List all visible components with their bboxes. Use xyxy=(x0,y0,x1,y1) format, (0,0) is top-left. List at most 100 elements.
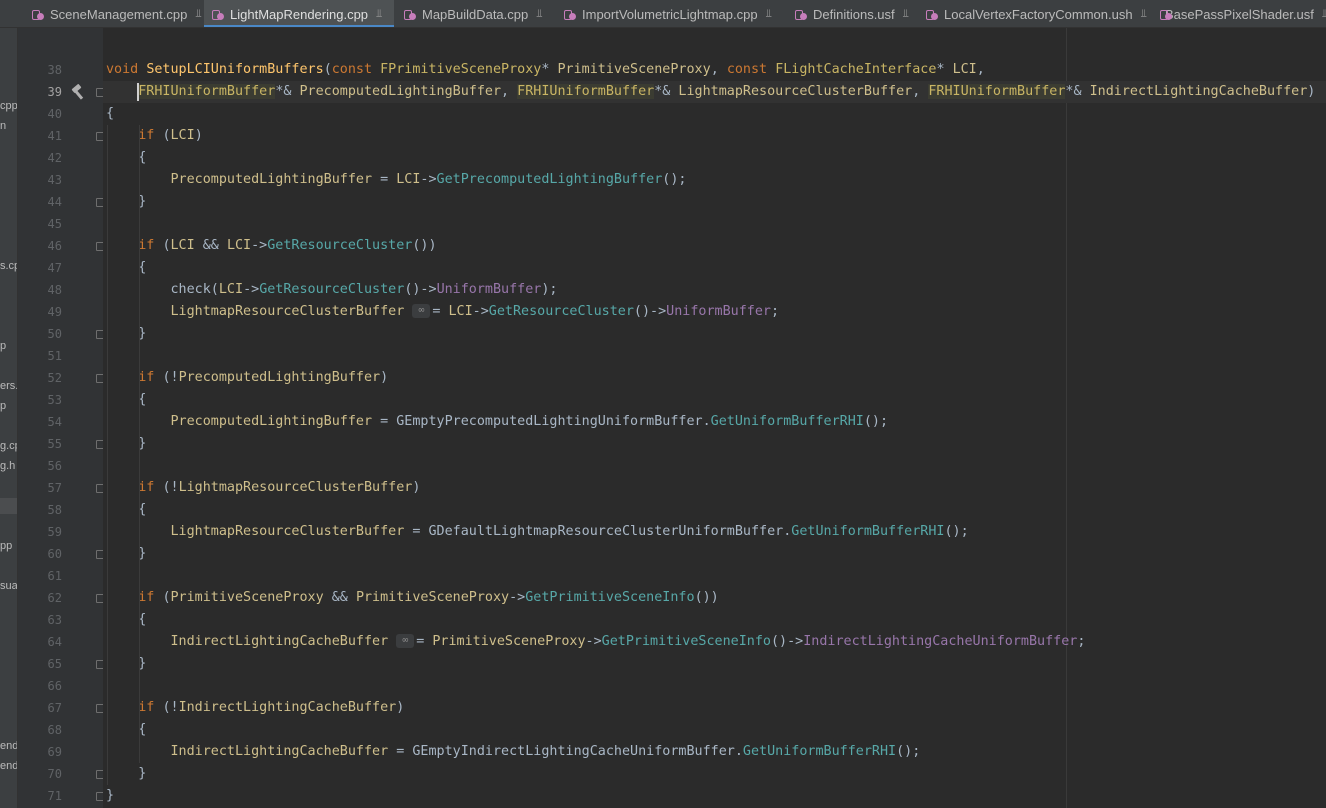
code-editor[interactable]: void SetupLCIUniformBuffers(const FPrimi… xyxy=(103,28,1326,808)
code-token: LCI xyxy=(396,172,421,187)
code-line[interactable]: } xyxy=(106,543,146,565)
code-line[interactable]: } xyxy=(106,433,146,455)
tab-mapbuilddata-cpp[interactable]: MapBuildData.cpp ⫫ xyxy=(396,0,554,27)
project-tree-item[interactable]: g.cp xyxy=(0,440,17,452)
line-number[interactable]: 54 xyxy=(18,411,62,433)
code-line[interactable]: LightmapResourceClusterBuffer ∞ = LCI->Ge… xyxy=(106,301,779,323)
line-number[interactable]: 69 xyxy=(18,741,62,763)
line-number[interactable]: 53 xyxy=(18,389,62,411)
source-file-icon xyxy=(32,8,45,21)
project-tree-item[interactable]: p xyxy=(0,340,6,352)
code-line[interactable]: PrecomputedLightingBuffer = LCI->GetPrec… xyxy=(106,169,687,191)
tab-basepasspixelshader-usf[interactable]: BasePassPixelShader.usf ⫫ xyxy=(1152,0,1326,27)
tab-importvolumetriclightmap-cpp[interactable]: ImportVolumetricLightmap.cpp ⫫ xyxy=(556,0,785,27)
line-number[interactable]: 58 xyxy=(18,499,62,521)
line-number[interactable]: 55 xyxy=(18,433,62,455)
code-line[interactable]: if (!IndirectLightingCacheBuffer) xyxy=(106,697,404,719)
line-number[interactable]: 44 xyxy=(18,191,62,213)
line-number[interactable]: 56 xyxy=(18,455,62,477)
line-number[interactable]: 52 xyxy=(18,367,62,389)
code-line[interactable]: { xyxy=(106,103,114,125)
line-number[interactable]: 62 xyxy=(18,587,62,609)
line-number[interactable]: 67 xyxy=(18,697,62,719)
code-token: ()-> xyxy=(633,304,667,319)
code-line[interactable]: if (!LightmapResourceClusterBuffer) xyxy=(106,477,420,499)
code-line[interactable]: } xyxy=(106,191,146,213)
tab-scenemanagement-cpp[interactable]: SceneManagement.cpp ⫫ xyxy=(24,0,202,27)
tab-definitions-usf[interactable]: Definitions.usf ⫫ xyxy=(787,0,916,27)
project-tree-item[interactable]: g.h xyxy=(0,460,15,472)
code-line[interactable]: FRHIUniformBuffer*& PrecomputedLightingB… xyxy=(106,81,1315,103)
pin-icon[interactable]: ⫫ xyxy=(195,8,201,21)
line-number[interactable]: 39 xyxy=(18,81,62,103)
code-line[interactable]: check(LCI->GetResourceCluster()->Uniform… xyxy=(106,279,557,301)
code-line[interactable]: if (!PrecomputedLightingBuffer) xyxy=(106,367,388,389)
code-line[interactable]: { xyxy=(106,389,146,411)
code-line[interactable]: LightmapResourceClusterBuffer = GDefault… xyxy=(106,521,969,543)
pin-icon[interactable]: ⫫ xyxy=(903,8,909,21)
line-number[interactable]: 40 xyxy=(18,103,62,125)
project-tree-item[interactable]: sua xyxy=(0,580,17,592)
line-number[interactable]: 48 xyxy=(18,279,62,301)
project-tree-item[interactable]: s.cp xyxy=(0,260,17,272)
code-line[interactable]: if (LCI && LCI->GetResourceCluster()) xyxy=(106,235,436,257)
text-caret xyxy=(137,83,139,101)
project-panel-clipped[interactable]: cpp n s.cp p ers. p g.cp g.h pp sua end end xyxy=(0,28,18,808)
code-line[interactable]: } xyxy=(106,785,114,807)
code-line[interactable]: { xyxy=(106,609,146,631)
project-tree-item[interactable]: p xyxy=(0,400,6,412)
code-line[interactable]: IndirectLightingCacheBuffer = GEmptyIndi… xyxy=(106,741,921,763)
line-number[interactable]: 57 xyxy=(18,477,62,499)
line-number[interactable]: 66 xyxy=(18,675,62,697)
project-tree-item[interactable]: end xyxy=(0,740,17,752)
code-line[interactable]: { xyxy=(106,719,146,741)
hammer-icon[interactable] xyxy=(70,83,86,100)
line-number[interactable]: 59 xyxy=(18,521,62,543)
code-line[interactable]: } xyxy=(106,323,146,345)
line-number[interactable]: 50 xyxy=(18,323,62,345)
line-number[interactable]: 61 xyxy=(18,565,62,587)
line-number[interactable]: 42 xyxy=(18,147,62,169)
code-token: void xyxy=(106,62,147,77)
code-line[interactable]: { xyxy=(106,257,146,279)
pin-icon[interactable]: ⫫ xyxy=(1141,8,1147,21)
code-line[interactable]: { xyxy=(106,147,146,169)
selected-tree-row[interactable] xyxy=(0,498,17,514)
code-line[interactable]: IndirectLightingCacheBuffer ∞ = Primitive… xyxy=(106,631,1085,653)
code-token: FRHIUniformBuffer xyxy=(138,84,276,99)
line-number[interactable]: 45 xyxy=(18,213,62,235)
project-tree-item[interactable]: pp xyxy=(0,540,12,552)
line-number[interactable]: 63 xyxy=(18,609,62,631)
line-number[interactable]: 38 xyxy=(18,59,62,81)
line-number[interactable]: 68 xyxy=(18,719,62,741)
line-number[interactable]: 41 xyxy=(18,125,62,147)
tab-localvertexfactorycommon-ush[interactable]: LocalVertexFactoryCommon.ush ⫫ xyxy=(918,0,1150,27)
line-number[interactable]: 70 xyxy=(18,763,62,785)
code-line[interactable]: void SetupLCIUniformBuffers(const FPrimi… xyxy=(106,59,985,81)
line-number[interactable]: 60 xyxy=(18,543,62,565)
line-number[interactable]: 47 xyxy=(18,257,62,279)
project-tree-item[interactable]: ers. xyxy=(0,380,17,392)
line-number[interactable]: 71 xyxy=(18,785,62,807)
code-line[interactable]: } xyxy=(106,653,146,675)
line-number[interactable]: 51 xyxy=(18,345,62,367)
tab-lightmaprendering-cpp[interactable]: LightMapRendering.cpp ⫫ xyxy=(204,0,394,27)
project-tree-item[interactable]: n xyxy=(0,120,6,132)
project-tree-item[interactable]: cpp xyxy=(0,100,17,112)
pin-icon[interactable]: ⫫ xyxy=(1322,8,1326,21)
line-number[interactable]: 65 xyxy=(18,653,62,675)
pin-icon[interactable]: ⫫ xyxy=(376,8,382,21)
code-line[interactable]: } xyxy=(106,763,146,785)
project-tree-item[interactable]: end xyxy=(0,760,17,772)
line-number[interactable]: 49 xyxy=(18,301,62,323)
code-line[interactable]: if (PrimitiveSceneProxy && PrimitiveScen… xyxy=(106,587,719,609)
code-line[interactable]: { xyxy=(106,499,146,521)
pin-icon[interactable]: ⫫ xyxy=(536,8,542,21)
line-number[interactable]: 64 xyxy=(18,631,62,653)
line-number[interactable]: 46 xyxy=(18,235,62,257)
line-number[interactable]: 43 xyxy=(18,169,62,191)
pin-icon[interactable]: ⫫ xyxy=(766,8,772,21)
code-line[interactable]: PrecomputedLightingBuffer = GEmptyPrecom… xyxy=(106,411,889,433)
code-line[interactable]: if (LCI) xyxy=(106,125,203,147)
code-token: LCI xyxy=(170,238,195,253)
